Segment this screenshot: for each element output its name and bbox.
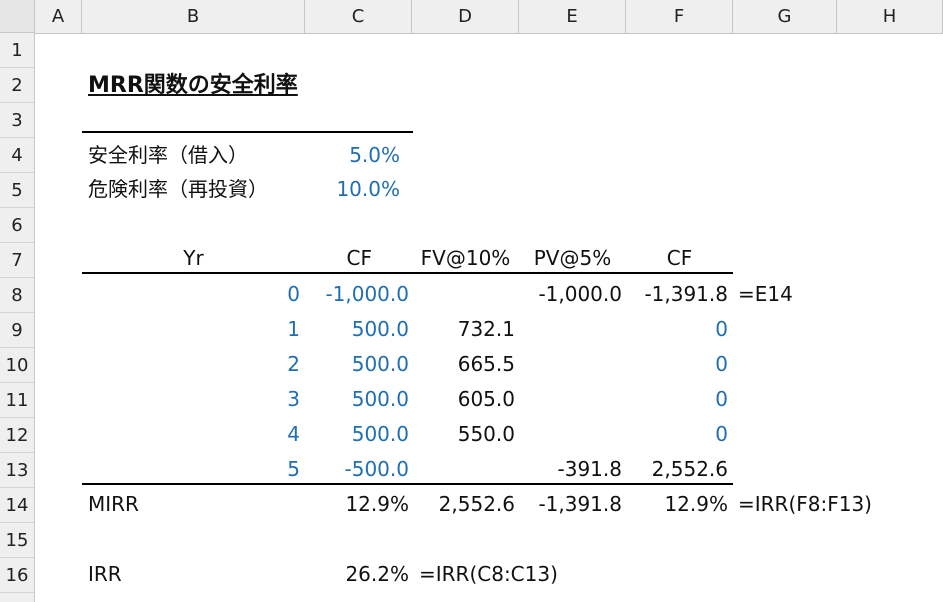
row-header[interactable]: 1 xyxy=(0,33,34,68)
table-row-yr[interactable]: 5 xyxy=(220,452,300,487)
header-fv[interactable]: FV@10% xyxy=(412,241,519,276)
column-header-b[interactable]: B xyxy=(82,0,305,33)
select-all-corner[interactable] xyxy=(0,0,35,33)
column-header-e[interactable]: E xyxy=(519,0,626,33)
row-header[interactable]: 6 xyxy=(0,208,34,243)
mirr-e[interactable]: -1,391.8 xyxy=(519,487,622,522)
row-header[interactable]: 12 xyxy=(0,418,34,453)
header-yr[interactable]: Yr xyxy=(82,241,305,276)
table-row-fv[interactable]: 665.5 xyxy=(412,347,515,382)
row-header[interactable]: 8 xyxy=(0,278,34,313)
row-header[interactable]: 16 xyxy=(0,558,34,593)
table-row-pv[interactable]: -1,000.0 xyxy=(519,277,622,312)
row-header[interactable]: 11 xyxy=(0,383,34,418)
mirr-label[interactable]: MIRR xyxy=(88,487,139,522)
table-row-yr[interactable]: 4 xyxy=(220,417,300,452)
table-row-fv[interactable]: 605.0 xyxy=(412,382,515,417)
risk-rate-label[interactable]: 危険利率（再投資） xyxy=(88,172,268,207)
table-row-cf2[interactable]: 2,552.6 xyxy=(626,452,728,487)
column-header-c[interactable]: C xyxy=(305,0,412,33)
table-row-cf2[interactable]: 0 xyxy=(626,382,728,417)
row-header-bar: 1 2 3 4 5 6 7 8 9 10 11 12 13 14 15 16 xyxy=(0,33,35,602)
table-row-cf[interactable]: 500.0 xyxy=(305,347,409,382)
table-row-cf[interactable]: -500.0 xyxy=(305,452,409,487)
column-header-bar: A B C D E F G H xyxy=(0,0,943,34)
table-row-fv[interactable]: 550.0 xyxy=(412,417,515,452)
table-row-pv[interactable]: -391.8 xyxy=(519,452,622,487)
table-row-cf[interactable]: -1,000.0 xyxy=(305,277,409,312)
table-row-yr[interactable]: 0 xyxy=(220,277,300,312)
table-row-fv[interactable]: 732.1 xyxy=(412,312,515,347)
table-row-cf[interactable]: 500.0 xyxy=(305,382,409,417)
row-header[interactable]: 4 xyxy=(0,138,34,173)
table-row-cf2[interactable]: -1,391.8 xyxy=(626,277,728,312)
sheet-title[interactable]: MRR関数の安全利率 xyxy=(88,68,298,103)
safe-rate-label[interactable]: 安全利率（借入） xyxy=(88,138,248,173)
column-header-d[interactable]: D xyxy=(412,0,519,33)
header-cf[interactable]: CF xyxy=(305,241,372,276)
irr-label[interactable]: IRR xyxy=(88,557,122,592)
table-row-yr[interactable]: 2 xyxy=(220,347,300,382)
table-row-note[interactable]: =E14 xyxy=(738,277,793,312)
irr-formula[interactable]: =IRR(C8:C13) xyxy=(419,557,558,592)
row-header[interactable]: 10 xyxy=(0,348,34,383)
rates-top-border xyxy=(82,131,413,133)
safe-rate-value[interactable]: 5.0% xyxy=(305,138,400,173)
column-header-f[interactable]: F xyxy=(626,0,733,33)
mirr-c[interactable]: 12.9% xyxy=(305,487,409,522)
table-row-cf[interactable]: 500.0 xyxy=(305,417,409,452)
row-header[interactable]: 7 xyxy=(0,243,34,278)
column-header-h[interactable]: H xyxy=(837,0,943,33)
table-header-border xyxy=(82,272,733,274)
row-header[interactable]: 3 xyxy=(0,103,34,138)
row-header[interactable]: 2 xyxy=(0,68,34,103)
row-header[interactable]: 14 xyxy=(0,488,34,523)
mirr-d[interactable]: 2,552.6 xyxy=(412,487,515,522)
table-row-yr[interactable]: 3 xyxy=(220,382,300,417)
mirr-formula[interactable]: =IRR(F8:F13) xyxy=(738,487,872,522)
header-pv[interactable]: PV@5% xyxy=(519,241,626,276)
table-row-yr[interactable]: 1 xyxy=(220,312,300,347)
header-cf2[interactable]: CF xyxy=(626,241,733,276)
row-header[interactable]: 13 xyxy=(0,453,34,488)
row-header[interactable]: 9 xyxy=(0,313,34,348)
row-header[interactable]: 15 xyxy=(0,523,34,558)
column-header-g[interactable]: G xyxy=(733,0,837,33)
column-header-a[interactable]: A xyxy=(35,0,82,33)
table-row-cf2[interactable]: 0 xyxy=(626,347,728,382)
table-bottom-border xyxy=(82,483,733,485)
table-row-cf2[interactable]: 0 xyxy=(626,417,728,452)
irr-c[interactable]: 26.2% xyxy=(305,557,409,592)
risk-rate-value[interactable]: 10.0% xyxy=(305,172,400,207)
table-row-cf[interactable]: 500.0 xyxy=(305,312,409,347)
mirr-f[interactable]: 12.9% xyxy=(626,487,728,522)
row-header[interactable]: 5 xyxy=(0,173,34,208)
table-row-cf2[interactable]: 0 xyxy=(626,312,728,347)
